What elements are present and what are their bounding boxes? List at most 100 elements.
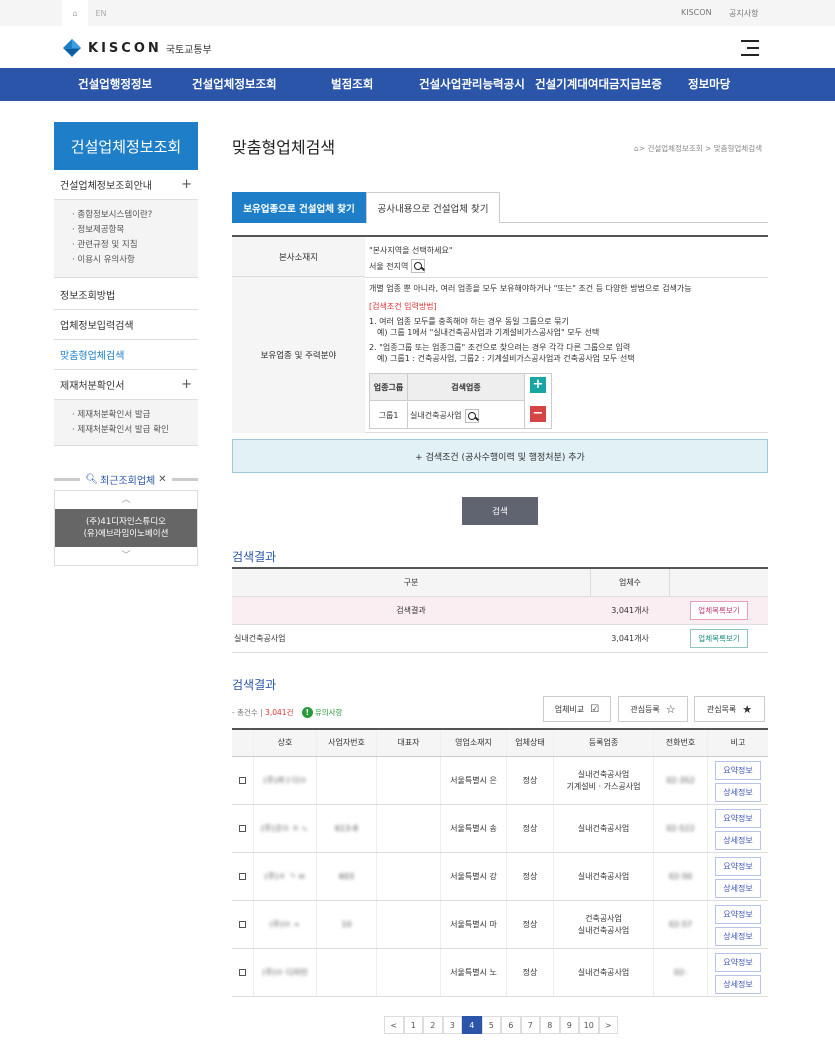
detail-info-button[interactable]: 상세정보 (715, 879, 761, 898)
compare-button[interactable]: 업체비교 ☑ (543, 696, 611, 722)
close-icon[interactable]: ✕ (158, 474, 166, 485)
sidebar-subitem[interactable]: · 이용시 유의사항 (72, 253, 198, 268)
status: 정상 (507, 757, 554, 804)
hamburger-icon[interactable] (741, 40, 759, 56)
plus-icon[interactable]: + (181, 177, 192, 192)
method-line: 2. "업종그룹 또는 업종그룹" 조건으로 찾으려는 경우 각각 다른 그룹으… (369, 343, 631, 352)
company-name[interactable]: (주)코ㅁ ㅈ ㄴ (261, 823, 309, 835)
sidebar-item-input-search[interactable]: 업체정보입력검색 (54, 310, 198, 340)
search-button[interactable]: 검색 (462, 497, 538, 525)
kiscon-link[interactable]: KISCON (681, 8, 712, 17)
page-link[interactable]: 9 (559, 1016, 579, 1034)
detail-info-button[interactable]: 상세정보 (715, 975, 761, 994)
add-group-button[interactable]: + (530, 377, 546, 393)
biz-number: 603 (338, 871, 355, 881)
site-logo[interactable]: KISCON 국토교통부 (62, 37, 212, 59)
recent-item[interactable]: (주)41디자인스튜디오 (55, 516, 197, 528)
sidebar-item-sanction[interactable]: 제재처분확인서 + (54, 370, 198, 400)
row-checkbox[interactable] (239, 969, 246, 976)
page-link[interactable]: 8 (540, 1016, 560, 1034)
summary-info-button[interactable]: 요약정보 (715, 905, 761, 924)
row-checkbox[interactable] (239, 921, 246, 928)
method-line: 예) 그룹1 : 건축공사업, 그룹2 : 기계설비가스공사업과 건축공사업 모… (377, 354, 635, 363)
company-list-button[interactable]: 업체목록보기 (690, 601, 748, 620)
region-select[interactable]: 서울 전지역 (369, 259, 426, 273)
plus-icon[interactable]: + (181, 377, 192, 392)
notice-link[interactable]: 공지사항 (729, 8, 758, 19)
remove-group-button[interactable]: − (530, 406, 546, 422)
sidebar-item-custom-search[interactable]: 맞춤형업체검색 (54, 340, 198, 370)
page-link[interactable]: 2 (423, 1016, 443, 1034)
recent-item[interactable]: (유)에브라임이노베이션 (55, 528, 197, 540)
region-label: 본사소재지 (232, 237, 365, 277)
search-icon[interactable] (411, 259, 426, 273)
page-link[interactable]: 10 (579, 1016, 599, 1034)
sidebar-item-guide[interactable]: 건설업체정보조회안내 + (54, 170, 198, 200)
summary-info-button[interactable]: 요약정보 (715, 761, 761, 780)
sidebar-subitem[interactable]: · 제재처분확인서 발급 (72, 408, 198, 423)
sidebar-subitem[interactable]: · 종합정보시스템이란? (72, 208, 198, 223)
add-condition-button[interactable]: + 검색조건 (공사수행이력 및 행정처분) 추가 (232, 439, 768, 473)
nav-item-cm-capability[interactable]: 건설사업관리능력공시 (419, 68, 525, 101)
company-list-button[interactable]: 업체목록보기 (690, 629, 748, 648)
sidebar-subitem[interactable]: · 정보제공항목 (72, 223, 198, 238)
col-check (232, 730, 254, 756)
nav-item-penalty[interactable]: 벌점조회 (331, 68, 373, 101)
table-row: (주)ㅁ ㅅ 10 서울특별시 마 정상 건축공사업 실내건축공사업 02-57 … (232, 901, 768, 949)
sidebar-subitem[interactable]: · 제재처분확인서 발급 확인 (72, 423, 198, 438)
summary-info-button[interactable]: 요약정보 (715, 857, 761, 876)
license-list: 실내건축공사업 (554, 949, 654, 996)
search-icon[interactable] (464, 408, 479, 423)
detail-info-button[interactable]: 상세정보 (715, 783, 761, 802)
home-icon[interactable]: ⌂ (62, 0, 88, 26)
tab-by-construction[interactable]: 공사내용으로 건설업체 찾기 (366, 192, 500, 223)
tel: 02-522 (666, 823, 695, 833)
col-status: 업체상태 (507, 730, 554, 756)
sidebar-subitem[interactable]: · 관련규정 및 지침 (72, 238, 198, 253)
summary-info-button[interactable]: 요약정보 (715, 953, 761, 972)
nav-item-info-square[interactable]: 정보마당 (688, 68, 730, 101)
form-description: 개별 업종 뿐 아니라, 여러 업종을 모두 보유해야하거나 "또는" 조건 등… (369, 284, 692, 293)
company-name[interactable]: (주)ㅈ ㄱ ㅂ (265, 871, 306, 883)
table-row: 실내건축공사업 3,041개사 업체목록보기 (232, 625, 768, 653)
license-cell[interactable]: 실내건축공사업 (410, 402, 524, 429)
nav-item-equipment-guarantee[interactable]: 건설기계대여대금지급보증 (535, 68, 662, 101)
summary-info-button[interactable]: 요약정보 (715, 809, 761, 828)
company-name[interactable]: (주)ㅁ 디자인 (262, 967, 308, 979)
lang-en-link[interactable]: EN (88, 0, 114, 26)
tel: 02-50 (668, 871, 693, 881)
license-label: 보유업종 및 주력분야 (232, 277, 365, 433)
breadcrumb-item[interactable]: 건설업체정보조회 (647, 144, 702, 153)
prev-page-button[interactable]: < (384, 1016, 404, 1034)
detail-info-button[interactable]: 상세정보 (715, 927, 761, 946)
nav-item-admin[interactable]: 건설업행정정보 (78, 68, 152, 101)
page-link[interactable]: 6 (501, 1016, 521, 1034)
company-name[interactable]: (주)ㅁ ㅅ (270, 919, 301, 931)
page-link-current[interactable]: 4 (462, 1016, 482, 1034)
company-name[interactable]: (주)까ㅏ다ㅁ (263, 775, 306, 787)
detail-info-button[interactable]: 상세정보 (715, 831, 761, 850)
table-header: 상호 사업자번호 대표자 영업소재지 업체상태 등록업종 전화번호 비고 (232, 730, 768, 757)
row-checkbox[interactable] (239, 873, 246, 880)
row-checkbox[interactable] (239, 825, 246, 832)
page-link[interactable]: 1 (403, 1016, 423, 1034)
region-value: 서울 전지역 (369, 261, 409, 271)
page-link[interactable]: 7 (520, 1016, 540, 1034)
col-tel: 전화번호 (654, 730, 708, 756)
home-icon[interactable]: ⌂ (634, 144, 639, 153)
nav-item-company-info[interactable]: 건설업체정보조회 (192, 68, 277, 101)
tab-by-license[interactable]: 보유업종으로 건설업체 찾기 (232, 192, 366, 223)
notice-link[interactable]: 유의사항 (315, 708, 343, 717)
page-link[interactable]: 5 (481, 1016, 501, 1034)
page-link[interactable]: 3 (442, 1016, 462, 1034)
next-page-button[interactable]: > (598, 1016, 618, 1034)
chevron-down-icon[interactable]: ﹀ (55, 547, 197, 565)
sidebar-title: 건설업체정보조회 (54, 122, 198, 170)
address: 서울특별시 강 (441, 853, 507, 900)
row-checkbox[interactable] (239, 777, 246, 784)
favorite-list-button[interactable]: 관심목록 ★ (694, 696, 765, 722)
add-favorite-button[interactable]: 관심등록 ☆ (618, 696, 688, 722)
chevron-up-icon[interactable]: ︿ (55, 491, 197, 509)
sidebar-item-method[interactable]: 정보조회방법 (54, 280, 198, 310)
row-count: 3,041개사 (611, 606, 649, 615)
